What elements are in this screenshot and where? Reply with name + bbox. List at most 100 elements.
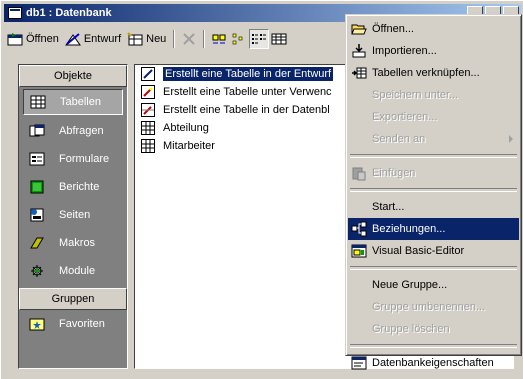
menu-separator (350, 154, 517, 158)
import-icon (352, 44, 366, 58)
create-design-view-icon (141, 67, 155, 81)
form-icon (29, 152, 45, 166)
objects-item-tables[interactable]: Tabellen (23, 89, 123, 115)
menu-separator (350, 266, 517, 270)
groups-header-button[interactable]: Gruppen (19, 288, 127, 310)
link-table-icon (352, 67, 367, 79)
small-icons-icon (233, 33, 243, 45)
menu-item-open[interactable]: Öffnen... (348, 18, 519, 40)
list-item-label: Abteilung (163, 122, 209, 134)
menu-item-paste[interactable]: Einfügen (348, 162, 519, 184)
objects-item-reports[interactable]: Berichte (19, 173, 127, 201)
menu-item-relationships[interactable]: Beziehungen... (348, 218, 519, 240)
objects-item-modules[interactable]: Module (19, 257, 127, 285)
objects-item-pages[interactable]: Seiten (19, 201, 127, 229)
menu-item-rename-group[interactable]: Gruppe umbenennen... (348, 296, 519, 318)
objects-item-label: Formulare (59, 153, 110, 165)
list-item-label: Erstellt eine Tabelle unter Verwenc (163, 86, 332, 98)
menu-item-label: Exportieren... (372, 111, 438, 123)
list-view-button[interactable] (249, 29, 270, 49)
menu-item-import[interactable]: Importieren... (348, 40, 519, 62)
design-button[interactable]: Entwurf (62, 28, 124, 50)
open-table-icon (7, 33, 23, 46)
create-datasheet-icon (141, 103, 155, 117)
menu-item-startup[interactable]: Start... (348, 196, 519, 218)
open-label: Öffnen (26, 33, 59, 45)
objects-bar: Objekte Tabellen Abfragen Formulare Beri… (18, 64, 128, 369)
menu-item-label: Einfügen (372, 167, 416, 179)
table-icon (141, 139, 155, 153)
details-view-icon (271, 33, 287, 45)
context-menu: Öffnen... Importieren... Tabellen verknü… (345, 14, 522, 370)
delete-icon (183, 33, 196, 45)
objects-item-queries[interactable]: Abfragen (19, 117, 127, 145)
menu-item-label: Neue Gruppe... (372, 279, 448, 291)
objects-item-forms[interactable]: Formulare (19, 145, 127, 173)
menu-separator (350, 188, 517, 192)
menu-item-export[interactable]: Exportieren... (348, 106, 519, 128)
menu-item-label: Tabellen verknüpfen... (372, 67, 480, 79)
menu-item-database-properties[interactable]: Datenbankeigenschaften (348, 352, 519, 374)
details-view-button[interactable] (269, 29, 289, 49)
objects-item-label: Makros (59, 237, 96, 249)
objects-item-label: Module (59, 265, 96, 277)
menu-item-label: Datenbankeigenschaften (372, 357, 494, 369)
list-item-label: Erstellt eine Tabelle in der Entwurf (163, 67, 334, 81)
menu-item-label: Gruppe umbenennen... (372, 301, 486, 313)
delete-button[interactable] (179, 29, 199, 49)
new-label: Neu (146, 33, 167, 45)
visual-basic-editor-icon (351, 244, 367, 258)
toolbar-separator (203, 30, 206, 48)
macro-icon (30, 237, 44, 249)
menu-item-vba-editor[interactable]: Visual Basic-Editor (348, 240, 519, 262)
list-item-label: Erstellt eine Tabelle in der Datenbl (163, 104, 330, 116)
submenu-arrow-icon (509, 135, 513, 143)
relationships-icon (351, 221, 367, 237)
page-icon (30, 208, 44, 222)
menu-item-save-as[interactable]: Speichern unter... (348, 84, 519, 106)
menu-item-label: Speichern unter... (372, 89, 459, 101)
module-icon (31, 265, 43, 277)
database-window-icon (8, 7, 22, 19)
groups-item-favorites[interactable]: Favoriten (19, 310, 127, 338)
groups-header-label: Gruppen (51, 293, 95, 305)
menu-item-label: Öffnen... (372, 23, 414, 35)
menu-item-label: Importieren... (372, 45, 437, 57)
menu-item-label: Senden an (372, 133, 426, 145)
menu-item-link-tables[interactable]: Tabellen verknüpfen... (348, 62, 519, 84)
menu-item-label: Visual Basic-Editor (372, 245, 465, 257)
objects-item-label: Berichte (59, 181, 100, 193)
menu-item-label: Beziehungen... (372, 223, 446, 235)
objects-header-label: Objekte (54, 70, 92, 82)
small-icons-button[interactable] (229, 29, 249, 49)
list-view-icon (252, 34, 267, 44)
objects-item-label: Tabellen (60, 96, 101, 108)
menu-separator (350, 344, 517, 348)
objects-item-label: Seiten (59, 209, 91, 221)
open-button[interactable]: Öffnen (4, 28, 62, 50)
groups-item-label: Favoriten (59, 318, 105, 330)
create-wizard-icon (141, 85, 155, 99)
paste-icon (352, 167, 366, 181)
objects-item-label: Abfragen (59, 125, 104, 137)
menu-item-delete-group[interactable]: Gruppe löschen (348, 318, 519, 340)
toolbar-separator (173, 30, 176, 48)
design-view-icon (64, 33, 81, 46)
new-button[interactable]: Neu (124, 28, 169, 50)
objects-item-macros[interactable]: Makros (19, 229, 127, 257)
favorites-folder-icon (29, 318, 45, 331)
open-folder-icon (351, 24, 367, 35)
database-properties-icon (351, 356, 367, 370)
objects-header-button[interactable]: Objekte (19, 65, 127, 87)
menu-item-label: Gruppe löschen (372, 323, 450, 335)
menu-item-label: Start... (372, 201, 405, 213)
table-icon (30, 95, 46, 109)
new-table-icon (127, 32, 143, 46)
menu-item-send-to[interactable]: Senden an (348, 128, 519, 150)
report-icon (30, 180, 44, 194)
table-icon (141, 121, 155, 135)
design-label: Entwurf (83, 33, 122, 45)
menu-item-new-group[interactable]: Neue Gruppe... (348, 274, 519, 296)
large-icons-button[interactable] (209, 29, 229, 49)
query-icon (29, 124, 45, 137)
